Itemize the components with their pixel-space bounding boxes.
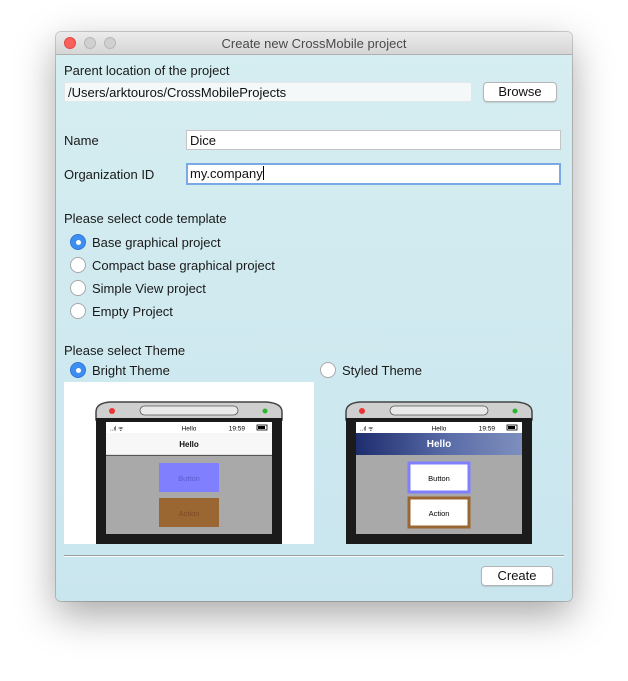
phone-power-icon bbox=[109, 408, 115, 414]
template-option-label: Base graphical project bbox=[92, 234, 221, 250]
styled-phone-illustration: ..ıl ᯤ Hello 19:59 Hello Button Action bbox=[345, 401, 533, 544]
phone-speaker-grill bbox=[139, 405, 239, 416]
text-caret bbox=[262, 166, 264, 180]
status-signal: ..ıl ᯤ bbox=[360, 427, 374, 433]
radio-unselected-icon[interactable] bbox=[320, 362, 336, 378]
phone-led-icon bbox=[512, 408, 518, 414]
parent-location-field[interactable]: /Users/arktouros/CrossMobileProjects bbox=[64, 82, 472, 102]
template-option-label: Compact base graphical project bbox=[92, 257, 275, 273]
template-option-label: Simple View project bbox=[92, 280, 206, 296]
radio-selected-icon[interactable] bbox=[70, 234, 86, 250]
bright-phone-illustration: ..ıl ᯤ Hello 19:59 Hello Button Action bbox=[95, 401, 283, 544]
radio-unselected-icon[interactable] bbox=[70, 257, 86, 273]
template-option-simple-view[interactable]: Simple View project bbox=[70, 279, 206, 297]
phone-speaker-grill bbox=[389, 405, 489, 416]
sample-button-2-label: Action bbox=[429, 509, 450, 518]
name-label: Name bbox=[64, 133, 99, 148]
parent-location-label: Parent location of the project bbox=[64, 63, 230, 78]
radio-selected-icon[interactable] bbox=[70, 362, 86, 378]
sample-button-2-label: Action bbox=[179, 509, 200, 518]
sample-button-1-label: Button bbox=[428, 474, 450, 483]
dialog-window: Create new CrossMobile project Parent lo… bbox=[56, 32, 572, 601]
browse-button[interactable]: Browse bbox=[483, 82, 557, 102]
status-center-label: Hello bbox=[432, 426, 447, 433]
sample-button-1-label: Button bbox=[178, 474, 200, 483]
bright-theme-preview[interactable]: ..ıl ᯤ Hello 19:59 Hello Button Action bbox=[64, 382, 314, 544]
theme-option-label: Styled Theme bbox=[342, 362, 422, 378]
title-bar[interactable]: Create new CrossMobile project bbox=[56, 32, 572, 55]
phone-led-icon bbox=[262, 408, 268, 414]
theme-option-bright[interactable]: Bright Theme bbox=[70, 361, 170, 379]
styled-theme-preview[interactable]: ..ıl ᯤ Hello 19:59 Hello Button Action bbox=[314, 382, 564, 544]
window-title: Create new CrossMobile project bbox=[221, 36, 407, 51]
code-template-label: Please select code template bbox=[64, 211, 227, 226]
template-option-label: Empty Project bbox=[92, 303, 173, 319]
template-option-base-graphical[interactable]: Base graphical project bbox=[70, 233, 221, 251]
phone-power-icon bbox=[359, 408, 365, 414]
name-field[interactable]: Dice bbox=[186, 130, 561, 150]
nav-title: Hello bbox=[179, 440, 199, 449]
create-button[interactable]: Create bbox=[481, 566, 553, 586]
radio-unselected-icon[interactable] bbox=[70, 280, 86, 296]
footer-separator bbox=[64, 555, 564, 557]
template-option-compact-base-graphical[interactable]: Compact base graphical project bbox=[70, 256, 275, 274]
theme-option-label: Bright Theme bbox=[92, 362, 170, 378]
status-time: 19:59 bbox=[229, 426, 246, 433]
organization-id-value: my.company bbox=[190, 166, 263, 181]
status-center-label: Hello bbox=[182, 426, 197, 433]
theme-label: Please select Theme bbox=[64, 343, 186, 358]
status-signal: ..ıl ᯤ bbox=[110, 427, 124, 433]
organization-id-field[interactable]: my.company bbox=[186, 163, 561, 185]
organization-id-label: Organization ID bbox=[64, 167, 155, 182]
theme-option-styled[interactable]: Styled Theme bbox=[320, 361, 422, 379]
template-option-empty-project[interactable]: Empty Project bbox=[70, 302, 173, 320]
radio-unselected-icon[interactable] bbox=[70, 303, 86, 319]
status-time: 19:59 bbox=[479, 426, 496, 433]
nav-title: Hello bbox=[427, 439, 451, 450]
